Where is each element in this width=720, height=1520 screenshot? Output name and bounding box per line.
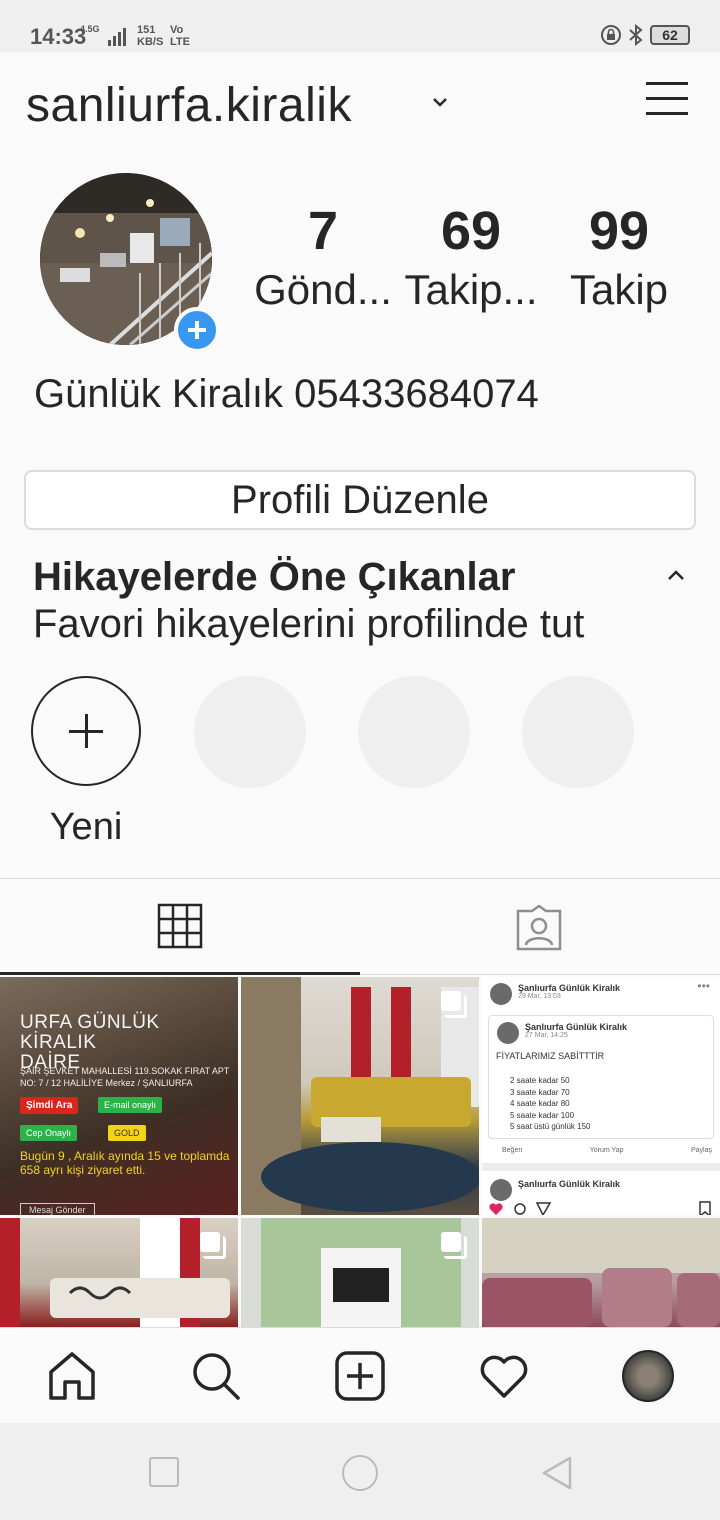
highlights-title: Hikayelerde Öne Çıkanlar <box>33 555 516 599</box>
page-avatar <box>490 983 512 1005</box>
status-bar: 14:33 4.5G 151 KB/S Vo LTE 62 <box>0 0 720 52</box>
more-options-icon: ••• <box>697 979 710 993</box>
page-avatar <box>490 1179 512 1201</box>
fb-actions: Beğen Yorum Yap Paylaş <box>502 1147 712 1154</box>
recents-icon[interactable] <box>149 1457 179 1487</box>
price-line: 3 saate kadar 70 <box>510 1087 570 1097</box>
post-thumbnail[interactable] <box>0 1218 238 1327</box>
stat-posts[interactable]: 7 Gönd... <box>248 200 398 318</box>
profile-bio: Günlük Kiralık 05433684074 <box>34 372 539 416</box>
battery-indicator: 62 <box>650 25 690 45</box>
grid-icon <box>157 903 203 949</box>
system-nav-bar <box>0 1423 720 1520</box>
network-speed: 151 KB/S <box>137 24 163 48</box>
signal-icon <box>108 28 126 46</box>
price-line: 4 saate kadar 80 <box>510 1099 570 1108</box>
username[interactable]: sanliurfa.kiralik <box>26 78 352 133</box>
price-list: 2 saate kadar 50 3 saate kadar 70 4 saat… <box>510 1075 591 1133</box>
carousel-icon <box>441 1232 467 1259</box>
price-line: 5 saate kadar 100 <box>510 1110 575 1120</box>
highlight-placeholder <box>194 676 306 788</box>
new-highlight-button[interactable] <box>31 676 141 786</box>
fb-post-header: Şanlıurfa Günlük Kiralık 29 Mar, 13:03 <box>490 983 620 1005</box>
status-right: 62 <box>600 24 690 46</box>
edit-profile-button[interactable]: Profili Düzenle <box>24 470 696 530</box>
post-date: 29 Mar, 13:03 <box>518 993 561 1000</box>
stat-followers[interactable]: 69 Takip... <box>396 200 546 318</box>
highlight-placeholder <box>522 676 634 788</box>
following-label: Takip <box>569 266 669 313</box>
chevron-down-icon[interactable] <box>430 92 450 112</box>
new-post-icon[interactable] <box>334 1350 386 1402</box>
volte-top: Vo <box>170 24 184 36</box>
bluetooth-icon <box>629 24 643 46</box>
post-thumbnail[interactable]: Şanlıurfa Günlük Kiralık 29 Mar, 13:03 •… <box>482 977 720 1215</box>
new-highlight-label: Yeni <box>49 806 123 848</box>
stat-following[interactable]: 99 Takip <box>544 200 694 318</box>
profile-header: sanliurfa.kiralik <box>0 52 720 152</box>
menu-icon[interactable] <box>646 82 690 118</box>
divider <box>482 1163 720 1171</box>
followers-count: 69 <box>440 201 502 261</box>
following-count: 99 <box>588 201 650 261</box>
home-icon[interactable] <box>46 1350 98 1402</box>
post-thumbnail[interactable] <box>241 1218 479 1327</box>
page-name: Şanlıurfa Günlük Kiralık <box>518 983 621 993</box>
highlight-placeholder <box>358 676 470 788</box>
speed-value: 151 <box>137 24 156 36</box>
heart-icon[interactable] <box>478 1350 530 1402</box>
tagged-user-icon <box>516 905 562 951</box>
back-icon[interactable] <box>540 1455 574 1491</box>
profile-tabs <box>0 878 720 975</box>
post-thumbnail[interactable] <box>241 977 479 1215</box>
status-time: 14:33 <box>30 24 87 49</box>
post-thumbnail[interactable]: URFA GÜNLÜK KİRALIK DAİRE ŞAİR ŞEVKET MA… <box>0 977 238 1215</box>
home-circle-icon[interactable] <box>342 1455 378 1491</box>
bottom-nav <box>0 1327 720 1423</box>
call-badge: Şimdi Ara <box>20 1097 79 1114</box>
page-name: Şanlıurfa Günlük Kiralık <box>518 1179 621 1189</box>
post-date: 27 Mar, 14:25 <box>525 1032 568 1039</box>
price-heading: FİYATLARIMIZ SABİTTTİR <box>496 1051 605 1061</box>
page-avatar <box>497 1022 519 1044</box>
page-name: Şanlıurfa Günlük Kiralık <box>525 1022 628 1032</box>
share-label: Paylaş <box>690 1147 712 1154</box>
post-address: ŞAİR ŞEVKET MAHALLESİ 119.SOKAK FIRAT AP… <box>20 1066 230 1088</box>
tab-grid[interactable] <box>0 879 360 975</box>
chevron-up-icon[interactable] <box>664 565 688 585</box>
price-line: 2 saate kadar 50 <box>510 1076 570 1085</box>
phone-badge: Cep Onaylı <box>20 1125 78 1141</box>
sofa-photo <box>482 1218 720 1327</box>
gold-badge: GOLD <box>108 1125 146 1141</box>
shared-post-header: Şanlıurfa Günlük Kiralık 27 Mar, 14:25 <box>497 1022 627 1044</box>
posts-label: Gönd... <box>254 266 392 313</box>
carousel-icon <box>441 991 467 1018</box>
profile-tab-avatar[interactable] <box>622 1350 674 1402</box>
post-title: URFA GÜNLÜK KİRALIK DAİRE <box>20 1013 238 1073</box>
tab-tagged[interactable] <box>360 879 720 975</box>
fb-post-header: Şanlıurfa Günlük Kiralık <box>490 1179 620 1201</box>
posts-count: 7 <box>307 201 339 261</box>
message-badge: Mesaj Gönder <box>20 1203 95 1215</box>
add-story-button[interactable] <box>174 307 220 353</box>
price-line: 5 saat üstü günlük 150 <box>510 1122 591 1131</box>
post-thumbnail[interactable] <box>482 1218 720 1327</box>
posts-grid: URFA GÜNLÜK KİRALIK DAİRE ŞAİR ŞEVKET MA… <box>0 977 720 1327</box>
like-label: Beğen <box>502 1147 523 1154</box>
post-action-icons <box>489 1201 711 1215</box>
post-stats-text: Bugün 9 , Aralık ayında 15 ve toplamda 6… <box>20 1149 230 1177</box>
post-title-line: URFA GÜNLÜK KİRALIK <box>20 1012 160 1053</box>
rotation-lock-icon <box>601 25 621 45</box>
carousel-icon <box>200 1232 226 1259</box>
network-type: 4.5G <box>80 24 100 34</box>
followers-label: Takip... <box>404 266 538 313</box>
volte-indicator: Vo LTE <box>170 24 190 48</box>
email-badge: E-mail onaylı <box>98 1097 163 1113</box>
highlights-subtitle: Favori hikayelerini profilinde tut <box>33 602 585 646</box>
comment-label: Yorum Yap <box>589 1147 624 1154</box>
volte-bottom: LTE <box>170 36 190 48</box>
speed-unit: KB/S <box>137 36 164 48</box>
search-icon[interactable] <box>190 1350 242 1402</box>
